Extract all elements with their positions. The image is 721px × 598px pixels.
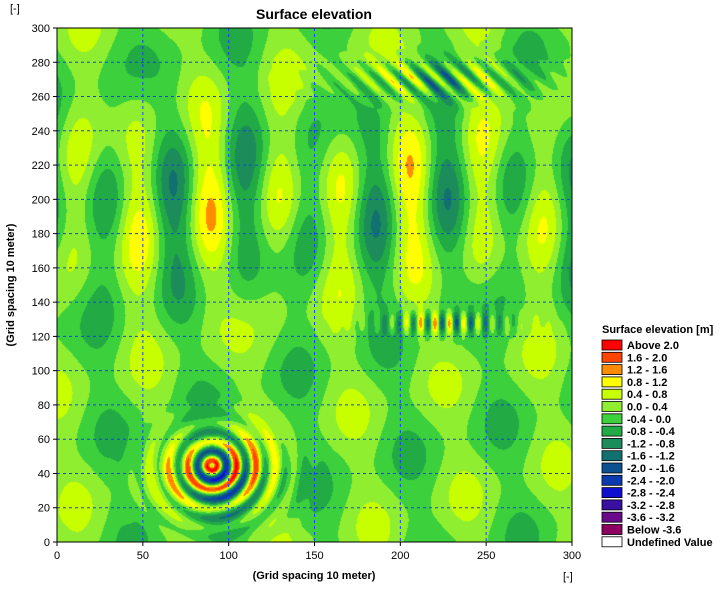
y-unit-label: [-]: [10, 3, 20, 15]
legend-swatch: [601, 499, 623, 511]
y-tick-label: 180: [32, 229, 50, 241]
y-tick-label: 60: [38, 434, 50, 446]
y-tick-label: 160: [32, 263, 50, 275]
legend-label: 0.4 - 0.8: [627, 389, 667, 401]
y-tick-label: 280: [32, 57, 50, 69]
y-tick-label: 200: [32, 194, 50, 206]
legend-swatch: [601, 462, 623, 474]
legend-swatch: [601, 437, 623, 449]
legend-label: Below -3.6: [627, 525, 681, 537]
legend-label: Above 2.0: [627, 340, 679, 352]
x-tick-label: 300: [563, 550, 581, 562]
y-tick-label: 140: [32, 297, 50, 309]
elevation-field: [57, 28, 572, 542]
elevation-raster: [57, 28, 572, 542]
legend-swatch: [601, 364, 623, 376]
x-tick-label: 150: [305, 550, 323, 562]
legend-title: Surface elevation [m]: [602, 324, 714, 336]
y-tick-label: 100: [32, 366, 50, 378]
y-tick-label: 20: [38, 503, 50, 515]
legend-label: -2.8 - -2.4: [627, 488, 676, 500]
y-tick-label: 220: [32, 160, 50, 172]
x-tick-label: 200: [391, 550, 409, 562]
legend: Above 2.01.6 - 2.01.2 - 1.60.8 - 1.20.4 …: [601, 339, 713, 549]
y-tick-label: 260: [32, 92, 50, 104]
y-axis-label: (Grid spacing 10 meter): [5, 223, 17, 346]
legend-swatch: [601, 413, 623, 425]
legend-swatch: [601, 474, 623, 486]
y-axis: 0 20 40 60 80 100 120 140 160 180 200 220 240 260 280 3…: [32, 23, 57, 549]
legend-swatch: [601, 339, 623, 351]
x-tick-label: 50: [137, 550, 149, 562]
legend-swatch: [601, 511, 623, 523]
legend-label: 1.6 - 2.0: [627, 352, 667, 364]
legend-label: -1.2 - -0.8: [627, 438, 675, 450]
y-tick-label: 80: [38, 400, 50, 412]
legend-swatch: [601, 425, 623, 437]
legend-label: -3.2 - -2.8: [627, 500, 675, 512]
legend-swatch: [601, 351, 623, 363]
y-tick-label: 300: [32, 23, 50, 35]
legend-swatch: [601, 401, 623, 412]
legend-swatch: [601, 388, 623, 400]
x-axis-label: (Grid spacing 10 meter): [253, 570, 376, 582]
legend-label: 0.8 - 1.2: [627, 377, 667, 389]
x-tick-label: 250: [477, 550, 495, 562]
x-tick-label: 0: [54, 550, 60, 562]
legend-label: -2.4 - -2.0: [627, 475, 675, 487]
legend-swatch: [601, 450, 623, 462]
legend-label: 0.0 - 0.4: [627, 402, 668, 414]
legend-swatch: [601, 376, 623, 388]
legend-swatch: [601, 524, 623, 535]
legend-label: -2.0 - -1.6: [627, 463, 675, 475]
y-tick-label: 240: [32, 126, 50, 138]
y-tick-label: 0: [44, 537, 50, 549]
legend-label: -0.8 - -0.4: [627, 426, 676, 438]
legend-swatch: [601, 536, 623, 548]
legend-swatch: [601, 487, 623, 499]
surface-elevation-chart: Surface elevation [-] [-] (Grid spacing …: [5, 3, 714, 583]
legend-label: Undefined Value: [627, 537, 713, 549]
x-axis: 0 50 100 150 200 250 300: [54, 542, 581, 562]
y-tick-label: 40: [38, 468, 50, 480]
y-tick-label: 120: [32, 331, 50, 343]
chart-title: Surface elevation: [256, 6, 372, 22]
legend-label: 1.2 - 1.6: [627, 365, 667, 377]
legend-label: -1.6 - -1.2: [627, 451, 675, 463]
legend-label: -0.4 - 0.0: [627, 414, 671, 426]
x-tick-label: 100: [219, 550, 237, 562]
legend-label: -3.6 - -3.2: [627, 512, 675, 524]
x-unit-label: [-]: [563, 571, 573, 583]
